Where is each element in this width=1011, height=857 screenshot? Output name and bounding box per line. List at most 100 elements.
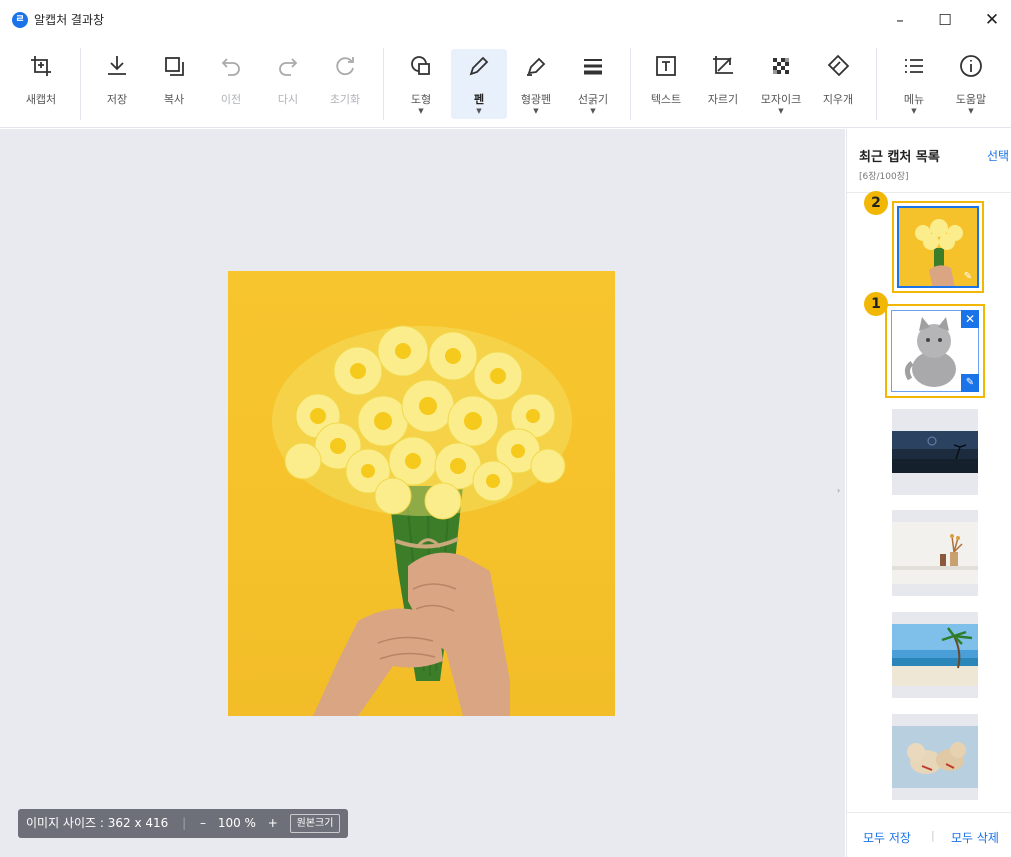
recent-captures-panel: 최근 캡처 목록 선택 [6장/100장] ✎ 2 ✕ ✎ 1 모두 저장 | … (846, 129, 1011, 857)
status-divider: | (182, 816, 187, 830)
zoom-value: 100 % (217, 816, 256, 830)
close-button[interactable]: ✕ (972, 6, 1011, 34)
crop-icon (695, 53, 751, 83)
zoom-in-button[interactable]: + (268, 809, 278, 838)
remove-thumbnail-icon[interactable]: ✕ (961, 310, 979, 328)
minimize-button[interactable]: – (880, 6, 920, 34)
help-label: 도움말 (955, 93, 987, 106)
maximize-button[interactable]: ☐ (925, 6, 965, 34)
copy-label: 복사 (163, 93, 185, 106)
menu-button[interactable]: 메뉴 ▼ (886, 49, 942, 119)
line-width-icon (565, 53, 621, 83)
original-size-button[interactable]: 원본크기 (289, 814, 341, 833)
capture-count: [6장/100장] (859, 172, 909, 182)
toolbar-divider (630, 48, 631, 120)
reset-button[interactable]: 초기화 (317, 49, 373, 119)
capture-thumbnail-5[interactable] (892, 612, 978, 698)
toolbar: 새캡처 저장 복사 이전 다시 초기화 도형 ▼ 펜 ▼ 형광펜 ▼ 선굵기 ▼… (0, 40, 1011, 128)
pen-dropdown-arrow[interactable]: ▼ (451, 107, 507, 115)
window-title: 알캡처 결과창 (34, 13, 105, 27)
reset-label: 초기화 (329, 93, 361, 106)
shape-label: 도형 (410, 93, 432, 106)
save-button[interactable]: 저장 (89, 49, 145, 119)
undo-label: 이전 (220, 93, 242, 106)
menu-label: 메뉴 (903, 93, 925, 106)
select-button[interactable]: 선택 (987, 147, 1009, 164)
text-icon (638, 53, 694, 83)
copy-icon (146, 53, 202, 83)
pen-label: 펜 (473, 93, 485, 106)
line-width-dropdown-arrow[interactable]: ▼ (565, 107, 621, 115)
new-capture-label: 새캡처 (25, 93, 57, 106)
shape-dropdown-arrow[interactable]: ▼ (393, 107, 449, 115)
redo-label: 다시 (277, 93, 299, 106)
tropical-beach-thumb-illustration (892, 624, 978, 686)
crop-label: 자르기 (707, 93, 739, 106)
puppies-thumb-illustration (892, 726, 978, 788)
copy-button[interactable]: 복사 (146, 49, 202, 119)
highlighter-button[interactable]: 형광펜 ▼ (508, 49, 564, 119)
list-menu-icon (886, 53, 942, 83)
capture-thumbnail-6[interactable] (892, 714, 978, 800)
pin-icon[interactable]: ✎ (961, 374, 979, 392)
capture-thumbnail-3[interactable] (892, 409, 978, 495)
toolbar-divider (876, 48, 877, 120)
help-button[interactable]: 도움말 ▼ (943, 49, 999, 119)
highlighter-dropdown-arrow[interactable]: ▼ (508, 107, 564, 115)
title-bar: ㄹ 알캡처 결과창 – ☐ ✕ (0, 0, 1011, 40)
mosaic-button[interactable]: 모자이크 ▼ (753, 49, 809, 119)
line-width-button[interactable]: 선굵기 ▼ (565, 49, 621, 119)
pen-button[interactable]: 펜 ▼ (451, 49, 507, 119)
mosaic-label: 모자이크 (760, 93, 802, 106)
capture-thumbnail-4[interactable] (892, 510, 978, 596)
info-icon (943, 53, 999, 83)
toolbar-divider (383, 48, 384, 120)
captured-image-daffodil-bouquet[interactable] (228, 271, 615, 716)
zoom-out-button[interactable]: – (200, 809, 206, 838)
undo-icon (203, 53, 259, 83)
shape-icon (393, 53, 449, 83)
capture-thumbnail-1[interactable]: ✕ ✎ (885, 304, 985, 398)
image-size-text: 이미지 사이즈 : 362 x 416 (26, 816, 169, 830)
save-label: 저장 (106, 93, 128, 106)
toolbar-divider (80, 48, 81, 120)
sidebar-bottom-divider (847, 812, 1011, 813)
download-icon (89, 53, 145, 83)
recent-captures-title: 최근 캡처 목록 (859, 150, 940, 165)
mosaic-dropdown-arrow[interactable]: ▼ (753, 107, 809, 115)
help-dropdown-arrow[interactable]: ▼ (943, 107, 999, 115)
order-badge-1: 1 (864, 292, 888, 316)
order-badge-2: 2 (864, 191, 888, 215)
undo-button[interactable]: 이전 (203, 49, 259, 119)
sidebar-collapse-handle[interactable]: › (837, 486, 840, 495)
eraser-label: 지우개 (822, 93, 854, 106)
pin-icon[interactable]: ✎ (961, 270, 975, 284)
shape-button[interactable]: 도형 ▼ (393, 49, 449, 119)
pen-icon (451, 53, 507, 83)
highlighter-icon (508, 53, 564, 83)
delete-all-button[interactable]: 모두 삭제 (951, 829, 999, 846)
redo-button[interactable]: 다시 (260, 49, 316, 119)
new-capture-button[interactable]: 새캡처 (13, 49, 69, 119)
mosaic-icon (753, 53, 809, 83)
image-canvas[interactable]: 이미지 사이즈 : 362 x 416 | – 100 % + 원본크기 (0, 129, 845, 857)
footer-separator: | (931, 829, 935, 842)
text-button[interactable]: 텍스트 (638, 49, 694, 119)
capture-thumbnail-2[interactable]: ✎ (892, 201, 984, 293)
daffodil-bouquet-illustration (272, 325, 572, 716)
status-bar: 이미지 사이즈 : 362 x 416 | – 100 % + 원본크기 (18, 809, 349, 838)
app-logo-icon: ㄹ (12, 12, 28, 28)
thumbnail-image: ✎ (897, 206, 979, 288)
text-label: 텍스트 (650, 93, 682, 106)
eraser-button[interactable]: 지우개 (810, 49, 866, 119)
save-all-button[interactable]: 모두 저장 (863, 829, 911, 846)
capture-result-window: ㄹ 알캡처 결과창 – ☐ ✕ 새캡처 저장 복사 이전 다시 초기화 도형 ▼… (0, 0, 1011, 857)
menu-dropdown-arrow[interactable]: ▼ (886, 107, 942, 115)
highlighter-label: 형광펜 (520, 93, 552, 106)
night-beach-thumb-illustration (892, 431, 978, 473)
crop-button[interactable]: 자르기 (695, 49, 751, 119)
eraser-icon (810, 53, 866, 83)
crop-frame-icon (13, 53, 69, 83)
refresh-icon (317, 53, 373, 83)
redo-icon (260, 53, 316, 83)
